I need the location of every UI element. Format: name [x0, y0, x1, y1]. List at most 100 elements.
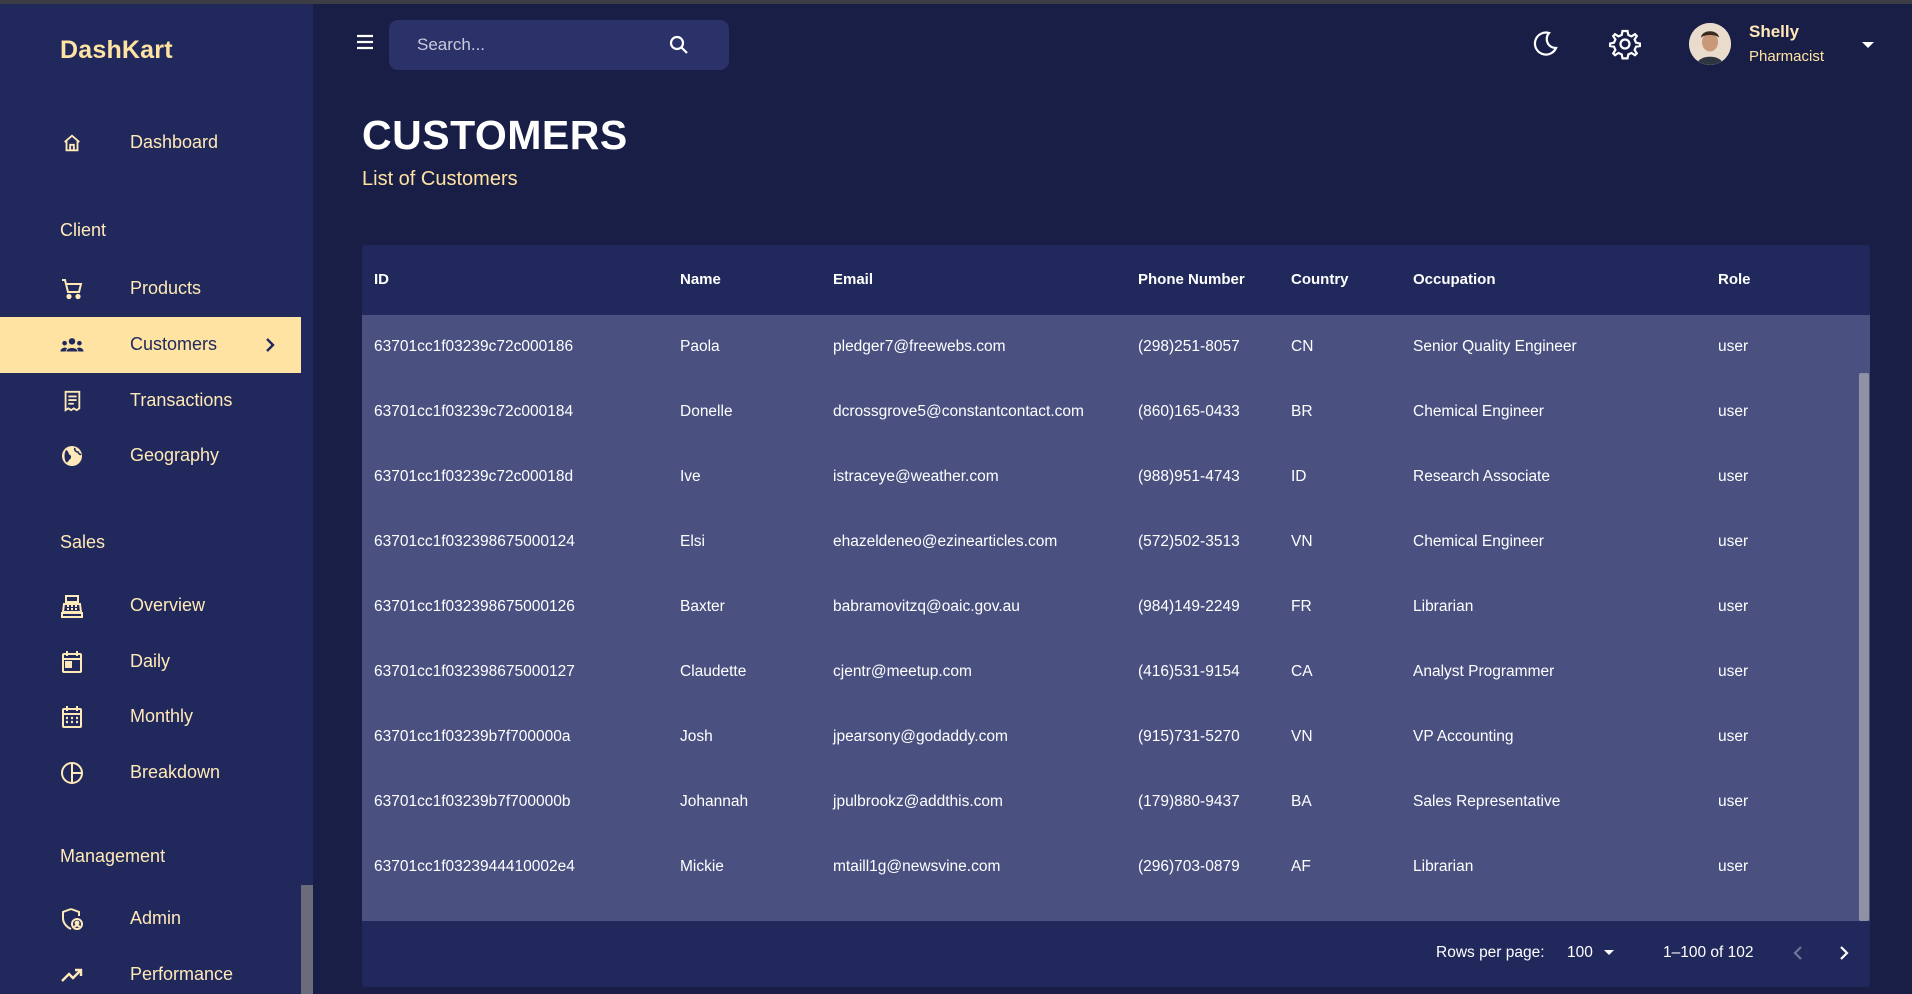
- sidebar-item-label: Daily: [130, 651, 171, 671]
- table-header: ID Name Email Phone Number Country Occup…: [362, 245, 1870, 315]
- column-header-email[interactable]: Email: [833, 271, 873, 288]
- search-box: [389, 20, 729, 70]
- cell-role: user: [1718, 663, 1749, 680]
- rows-per-page-select[interactable]: 100: [1567, 944, 1593, 962]
- sidebar-item-label: Products: [130, 278, 202, 298]
- topbar: Shelly Pharmacist: [313, 4, 1912, 84]
- sidebar-item-label: Dashboard: [130, 132, 219, 152]
- cell-role: user: [1718, 403, 1749, 420]
- cell-email: ehazeldeneo@ezinearticles.com: [833, 533, 1058, 550]
- table-body: 63701cc1f03239c72c000186 Paola pledger7@…: [362, 315, 1858, 921]
- avatar[interactable]: [1689, 23, 1731, 65]
- cell-country: BR: [1291, 403, 1313, 420]
- cell-email: dcrossgrove5@constantcontact.com: [833, 403, 1084, 420]
- sidebar: DashKart Dashboard Client Products Custo…: [0, 4, 313, 994]
- brand-logo-text[interactable]: DashKart: [60, 36, 173, 65]
- cell-email: pledger7@freewebs.com: [833, 338, 1006, 355]
- cell-name: Josh: [680, 728, 713, 745]
- cell-email: jpearsony@godaddy.com: [833, 728, 1008, 745]
- cell-name: Mickie: [680, 858, 724, 875]
- user-name: Shelly: [1749, 22, 1800, 41]
- table-row[interactable]: 63701cc1f03239c72c00018d Ive istraceye@w…: [362, 445, 1858, 510]
- next-page-icon[interactable]: [1832, 941, 1856, 965]
- page-title: CUSTOMERS: [362, 112, 628, 158]
- table-row[interactable]: 63701cc1f03239b7f700000b Johannah jpulbr…: [362, 770, 1858, 835]
- cell-occupation: Senior Quality Engineer: [1413, 338, 1577, 355]
- sidebar-item-admin[interactable]: Admin: [0, 891, 301, 947]
- table-row[interactable]: 63701cc1f032398675000126 Baxter babramov…: [362, 575, 1858, 640]
- trending-up-icon: [60, 963, 84, 987]
- sidebar-item-geography[interactable]: Geography: [0, 428, 301, 484]
- sidebar-item-overview[interactable]: Overview: [0, 578, 301, 634]
- cell-country: CN: [1291, 338, 1314, 355]
- cell-id: 63701cc1f032398675000124: [374, 533, 575, 550]
- cell-email: istraceye@weather.com: [833, 468, 999, 485]
- sidebar-item-label: Transactions: [130, 390, 233, 410]
- sidebar-item-dashboard[interactable]: Dashboard: [0, 115, 301, 171]
- cell-role: user: [1718, 598, 1749, 615]
- previous-page-icon[interactable]: [1786, 941, 1810, 965]
- column-header-occupation[interactable]: Occupation: [1413, 271, 1496, 288]
- settings-gear-icon[interactable]: [1608, 28, 1642, 60]
- cell-name: Elsi: [680, 533, 705, 550]
- column-header-role[interactable]: Role: [1718, 271, 1751, 288]
- cell-phone: (984)149-2249: [1138, 598, 1240, 615]
- cell-occupation: Sales Representative: [1413, 793, 1561, 810]
- column-header-country[interactable]: Country: [1291, 271, 1349, 288]
- cell-email: cjentr@meetup.com: [833, 663, 972, 680]
- cell-id: 63701cc1f0323944410002e4: [374, 858, 575, 875]
- admin-icon: [60, 907, 84, 931]
- calendar-today-icon: [60, 650, 84, 674]
- groups-icon: [60, 333, 84, 357]
- table-row[interactable]: 63701cc1f0323944410002e4 Mickie mtaill1g…: [362, 835, 1858, 900]
- column-header-name[interactable]: Name: [680, 271, 721, 288]
- table-footer: Rows per page: 100 1–100 of 102: [362, 921, 1870, 987]
- calendar-month-icon: [60, 705, 84, 729]
- sidebar-scrollbar[interactable]: [301, 885, 313, 994]
- globe-icon: [60, 444, 84, 468]
- sidebar-item-label: Customers: [130, 334, 218, 354]
- cell-role: user: [1718, 338, 1749, 355]
- table-row[interactable]: 63701cc1f03239b7f700000a Josh jpearsony@…: [362, 705, 1858, 770]
- sidebar-item-monthly[interactable]: Monthly: [0, 689, 301, 745]
- column-header-id[interactable]: ID: [374, 271, 389, 288]
- table-row[interactable]: 63701cc1f03239c72c000184 Donelle dcrossg…: [362, 380, 1858, 445]
- sidebar-item-breakdown[interactable]: Breakdown: [0, 745, 301, 801]
- sidebar-item-label: Monthly: [130, 706, 194, 726]
- sidebar-item-daily[interactable]: Daily: [0, 634, 301, 690]
- section-label-client: Client: [60, 220, 107, 240]
- cell-occupation: Librarian: [1413, 598, 1474, 615]
- cell-occupation: Analyst Programmer: [1413, 663, 1555, 680]
- section-label-sales: Sales: [60, 532, 106, 552]
- table-row[interactable]: 63701cc1f03239c72c000186 Paola pledger7@…: [362, 315, 1858, 380]
- cell-name: Ive: [680, 468, 701, 485]
- cell-country: ID: [1291, 468, 1307, 485]
- menu-icon[interactable]: [353, 30, 379, 56]
- search-icon[interactable]: [667, 33, 691, 57]
- table-scrollbar-thumb[interactable]: [1859, 373, 1869, 921]
- table-row[interactable]: 63701cc1f032398675000124 Elsi ehazeldene…: [362, 510, 1858, 575]
- sidebar-item-customers[interactable]: Customers: [0, 317, 301, 373]
- search-input[interactable]: [415, 32, 655, 58]
- sidebar-item-transactions[interactable]: Transactions: [0, 373, 301, 429]
- cell-id: 63701cc1f032398675000126: [374, 598, 575, 615]
- sidebar-item-label: Overview: [130, 595, 206, 615]
- cell-role: user: [1718, 533, 1749, 550]
- caret-down-icon[interactable]: [1600, 943, 1618, 961]
- cell-occupation: Chemical Engineer: [1413, 403, 1544, 420]
- table-row[interactable]: 63701cc1f032398675000127 Claudette cjent…: [362, 640, 1858, 705]
- rows-per-page-label: Rows per page:: [1436, 944, 1545, 961]
- cell-name: Claudette: [680, 663, 747, 680]
- sidebar-item-products[interactable]: Products: [0, 261, 301, 317]
- cell-phone: (915)731-5270: [1138, 728, 1240, 745]
- caret-down-icon[interactable]: [1857, 34, 1879, 56]
- column-header-phone[interactable]: Phone Number: [1138, 271, 1245, 288]
- cell-email: mtaill1g@newsvine.com: [833, 858, 1001, 875]
- dark-mode-icon[interactable]: [1529, 28, 1561, 60]
- sidebar-item-label: Geography: [130, 445, 220, 465]
- sidebar-item-performance[interactable]: Performance: [0, 947, 301, 994]
- chevron-right-icon: [260, 335, 280, 355]
- cell-occupation: Chemical Engineer: [1413, 533, 1544, 550]
- cell-occupation: VP Accounting: [1413, 728, 1514, 745]
- cell-country: BA: [1291, 793, 1312, 810]
